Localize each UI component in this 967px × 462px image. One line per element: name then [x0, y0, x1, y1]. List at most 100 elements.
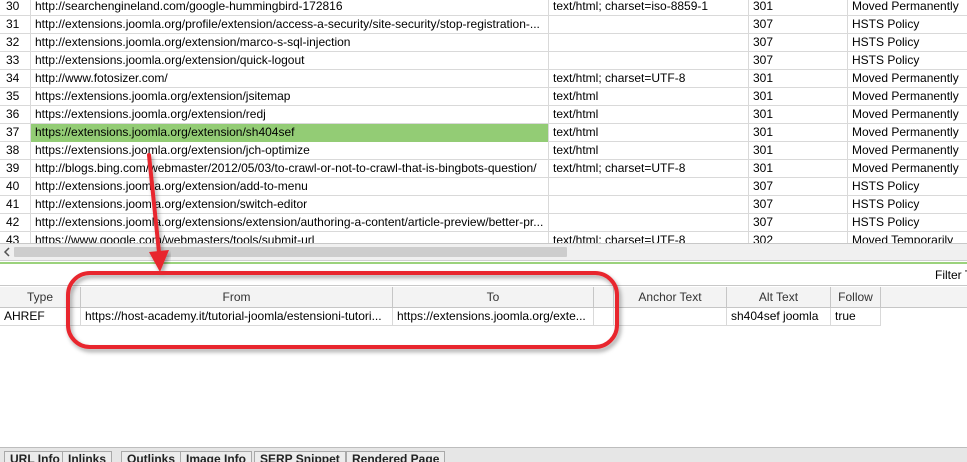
cell-content-type [549, 178, 749, 196]
tab-rendered-page[interactable]: Rendered Page [346, 451, 446, 462]
cell-content-type [549, 214, 749, 232]
cell-row-number: 34 [0, 70, 31, 88]
table-row[interactable]: 40 http://extensions.joomla.org/extension… [0, 178, 967, 196]
tab-url-info[interactable]: URL Info [4, 451, 66, 462]
cell-status-code: 307 [749, 16, 848, 34]
tab-image-info[interactable]: Image Info [180, 451, 253, 462]
cell-address: http://blogs.bing.com/webmaster/2012/05/… [31, 160, 549, 178]
cell-status: HSTS Policy [852, 35, 920, 49]
table-row[interactable]: 37 https://extensions.joomla.org/extensio… [0, 124, 967, 142]
cell-row-number: 39 [0, 160, 31, 178]
cell-follow: true [831, 308, 881, 326]
cell-address: https://extensions.joomla.org/extension/… [31, 142, 549, 160]
table-row[interactable]: 35 https://extensions.joomla.org/extensio… [0, 88, 967, 106]
cell-status: Moved Temporarily [852, 233, 954, 244]
table-row[interactable]: 42 http://extensions.joomla.org/extension… [0, 214, 967, 232]
table-row[interactable]: 41 http://extensions.joomla.org/extension… [0, 196, 967, 214]
cell-status: Moved Permanently [852, 71, 959, 85]
cell-address: https://extensions.joomla.org/extension/… [31, 88, 549, 106]
cell-status: HSTS Policy [852, 17, 920, 31]
cell-address: https://extensions.joomla.org/extension/… [31, 124, 549, 142]
cell-content-type [549, 52, 749, 70]
column-header-to[interactable]: To [393, 287, 594, 308]
cell-row-number: 42 [0, 214, 31, 232]
cell-row-number: 33 [0, 52, 31, 70]
cell-address: http://extensions.joomla.org/profile/ext… [31, 16, 549, 34]
cell-status: Moved Permanently [852, 143, 959, 157]
cell-content-type: text/html [549, 142, 749, 160]
cell-status: HSTS Policy [852, 197, 920, 211]
table-row[interactable]: 33 http://extensions.joomla.org/extension… [0, 52, 967, 70]
filter-label[interactable]: Filter T [935, 268, 967, 282]
scroll-left-arrow-icon[interactable] [2, 247, 12, 257]
cell-address: http://extensions.joomla.org/extension/m… [31, 34, 549, 52]
cell-content-type: text/html [549, 106, 749, 124]
table-row[interactable]: 36 https://extensions.joomla.org/extensio… [0, 106, 967, 124]
cell-status-code: 307 [749, 34, 848, 52]
tab-serp-snippet[interactable]: SERP Snippet [254, 451, 346, 462]
tab-outlinks[interactable]: Outlinks [121, 451, 182, 462]
tab-inlinks[interactable]: Inlinks [62, 451, 113, 462]
scrollbar-thumb[interactable] [14, 247, 567, 257]
cell-row-number: 41 [0, 196, 31, 214]
detail-tabs: URL Info Inlinks Outlinks Image Info SERP Sn… [0, 447, 967, 462]
cell-row-number: 43 [0, 232, 31, 243]
table-row[interactable]: 30 http://searchengineland.com/google-hum… [0, 0, 967, 16]
inlinks-row[interactable]: AHREF https://host-academy.it/tutorial-j… [0, 308, 967, 326]
inlinks-header-row: Type From To Anchor Text Alt Text Follow [0, 287, 967, 308]
cell-from: https://host-academy.it/tutorial-joomla/… [81, 308, 393, 326]
table-row[interactable]: 43 https://www.google.com/webmasters/tool… [0, 232, 967, 244]
cell-anchor-text [614, 308, 727, 326]
cell-type: AHREF [0, 308, 81, 326]
table-row[interactable]: 38 https://extensions.joomla.org/extensio… [0, 142, 967, 160]
cell-status: HSTS Policy [852, 179, 920, 193]
cell-status-code: 307 [749, 52, 848, 70]
cell-row-number: 38 [0, 142, 31, 160]
cell-content-type: text/html; charset=UTF-8 [549, 160, 749, 178]
cell-address: http://extensions.joomla.org/extensions/… [31, 214, 549, 232]
cell-status: Moved Permanently [852, 161, 959, 175]
cell-row-number: 36 [0, 106, 31, 124]
table-row[interactable]: 31 http://extensions.joomla.org/profile/e… [0, 16, 967, 34]
cell-status: HSTS Policy [852, 53, 920, 67]
cell-content-type: text/html [549, 88, 749, 106]
cell-status-code: 301 [749, 70, 848, 88]
cell-status-code: 307 [749, 196, 848, 214]
cell-status-code: 301 [749, 160, 848, 178]
column-header-anchor-text[interactable]: Anchor Text [614, 287, 727, 308]
cell-content-type [549, 16, 749, 34]
column-header-from[interactable]: From [81, 287, 393, 308]
filter-bar: Filter T [0, 264, 967, 286]
cell-row-number: 37 [0, 124, 31, 142]
cell-address: http://extensions.joomla.org/extension/s… [31, 196, 549, 214]
cell-status: HSTS Policy [852, 215, 920, 229]
table-row[interactable]: 39 http://blogs.bing.com/webmaster/2012/0… [0, 160, 967, 178]
cell-status: Moved Permanently [852, 107, 959, 121]
cell-row-number: 31 [0, 16, 31, 34]
cell-address: http://extensions.joomla.org/extension/a… [31, 178, 549, 196]
cell-status: Moved Permanently [852, 125, 959, 139]
cell-status-code: 301 [749, 106, 848, 124]
table-row[interactable]: 32 http://extensions.joomla.org/extension… [0, 34, 967, 52]
cell-status-code: 301 [749, 124, 848, 142]
column-header-blank[interactable] [594, 287, 614, 308]
column-header-alt-text[interactable]: Alt Text [727, 287, 831, 308]
cell-status: Moved Permanently [852, 89, 959, 103]
cell-status-code: 301 [749, 142, 848, 160]
cell-row-number: 32 [0, 34, 31, 52]
inlinks-pane: Type From To Anchor Text Alt Text Follow… [0, 287, 967, 447]
cell-row-number: 30 [0, 0, 31, 16]
cell-status-code: 301 [749, 0, 848, 16]
horizontal-scrollbar[interactable] [0, 244, 967, 261]
cell-status-code: 307 [749, 178, 848, 196]
cell-status-code: 302 [749, 232, 848, 243]
cell-address: http://searchengineland.com/google-hummi… [31, 0, 549, 16]
cell-content-type [549, 196, 749, 214]
column-header-follow[interactable]: Follow [831, 287, 881, 308]
cell-content-type: text/html [549, 124, 749, 142]
table-row[interactable]: 34 http://www.fotosizer.com/text/html; ch… [0, 70, 967, 88]
column-header-type[interactable]: Type [0, 287, 81, 308]
cell-address: http://www.fotosizer.com/ [31, 70, 549, 88]
cell-status: Moved Permanently [852, 0, 959, 13]
url-table: 30 http://searchengineland.com/google-hum… [0, 0, 967, 244]
